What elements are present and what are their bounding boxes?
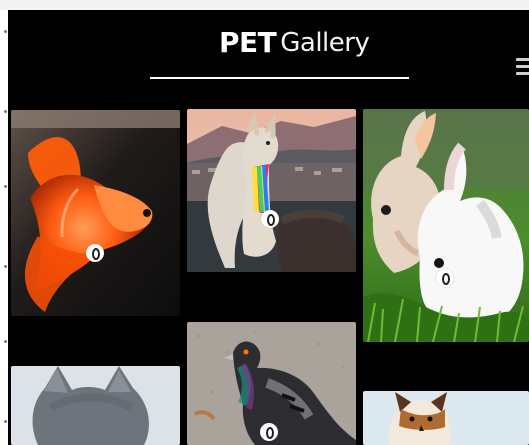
dog-photo xyxy=(363,391,529,445)
menu-icon xyxy=(516,65,529,68)
view-icon-fish[interactable] xyxy=(86,244,104,262)
page: PET Gallery xyxy=(0,0,529,445)
gallery-card-fish[interactable] xyxy=(11,110,180,316)
fish-photo xyxy=(11,110,180,316)
menu-icon xyxy=(516,58,529,61)
cat-photo xyxy=(11,366,180,445)
llama-photo xyxy=(187,109,356,272)
page-title-bold: PET xyxy=(219,26,277,59)
browser-top-strip xyxy=(0,0,529,10)
rabbit-photo xyxy=(363,109,529,342)
menu-icon xyxy=(516,72,529,75)
title-underline xyxy=(150,77,409,79)
gallery-card-rabbit[interactable] xyxy=(363,109,529,342)
page-title: PET Gallery xyxy=(219,26,370,60)
menu-button[interactable] xyxy=(516,58,529,75)
gallery-card-cat[interactable] xyxy=(11,366,180,445)
gallery-card-dog[interactable] xyxy=(363,391,529,445)
page-title-light: Gallery xyxy=(280,28,370,58)
left-page-edge xyxy=(0,10,8,445)
view-icon-pigeon[interactable] xyxy=(260,423,278,441)
view-icon-llama[interactable] xyxy=(261,210,279,228)
view-icon-rabbit[interactable] xyxy=(436,269,454,287)
gallery-page: PET Gallery xyxy=(8,10,529,445)
gallery-card-llama[interactable] xyxy=(187,109,356,272)
gallery-card-pigeon[interactable] xyxy=(187,322,356,445)
